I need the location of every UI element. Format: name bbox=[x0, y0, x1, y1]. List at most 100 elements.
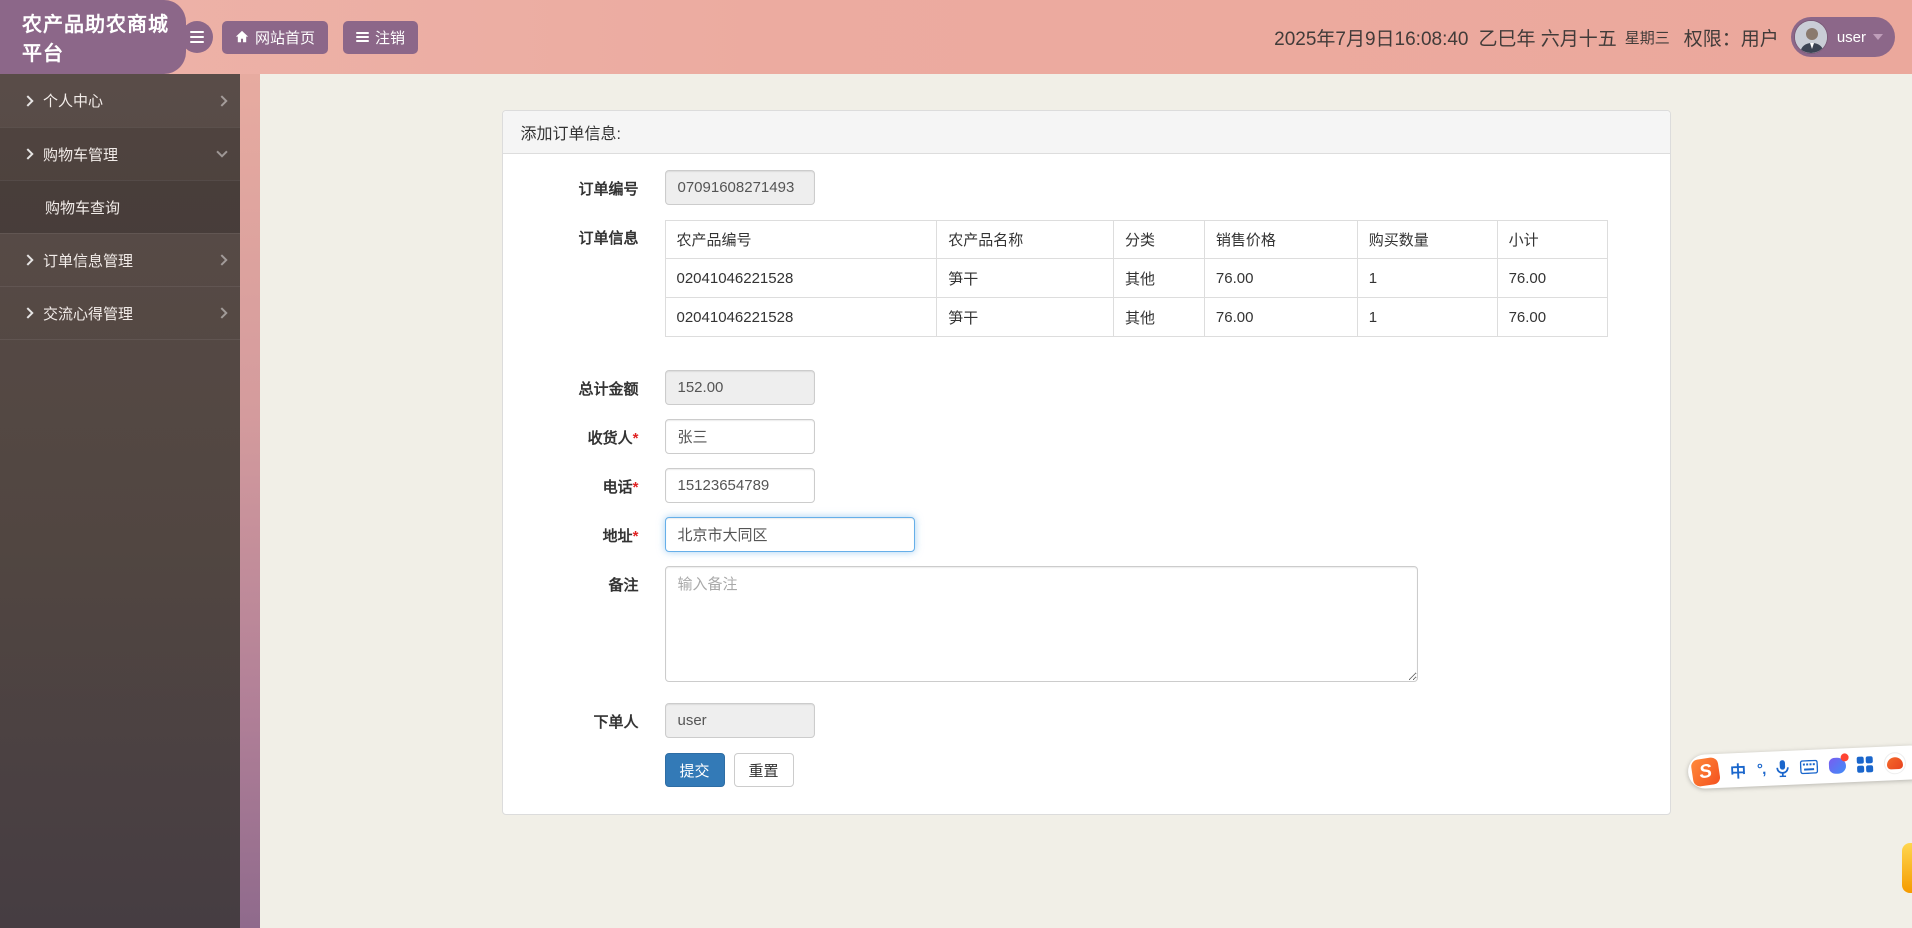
ime-toolbox-icon[interactable] bbox=[1857, 756, 1874, 773]
cell-price: 76.00 bbox=[1204, 298, 1357, 337]
chevron-right-icon bbox=[22, 95, 33, 106]
ime-skin-icon[interactable] bbox=[1829, 757, 1847, 774]
sidebar-item-cart-query[interactable]: 购物车查询 bbox=[0, 180, 240, 233]
receiver-label: 收货人* bbox=[507, 419, 639, 448]
avatar bbox=[1794, 20, 1828, 54]
chevron-right-icon bbox=[216, 95, 227, 106]
cell-price: 76.00 bbox=[1204, 259, 1357, 298]
address-row: 地址* bbox=[507, 517, 1644, 552]
sidebar: 个人中心 购物车管理 购物车查询 订单信息管理 交流心得管理 bbox=[0, 74, 240, 928]
sidebar-item-exchange-management[interactable]: 交流心得管理 bbox=[0, 286, 240, 339]
weekday-text: 星期三 bbox=[1625, 27, 1670, 48]
table-header-row: 农产品编号 农产品名称 分类 销售价格 购买数量 小计 bbox=[665, 221, 1607, 259]
ime-chinese-mode-toggle[interactable]: 中 bbox=[1729, 758, 1746, 783]
role-text: 权限：用户 bbox=[1684, 24, 1779, 51]
home-button[interactable]: 网站首页 bbox=[222, 21, 328, 54]
receiver-input[interactable] bbox=[665, 419, 815, 454]
sidebar-item-label: 个人中心 bbox=[43, 90, 218, 111]
navbar-right: 2025年7月9日16:08:40 乙巳年 六月十五 星期三 权限：用户 use… bbox=[1274, 17, 1912, 57]
cell-subtotal: 76.00 bbox=[1497, 259, 1607, 298]
address-input[interactable] bbox=[665, 517, 915, 552]
order-info-row: 订单信息 农产品编号 农产品名称 分类 销售价格 购买数量 小计 bbox=[507, 219, 1644, 337]
order-number-input[interactable] bbox=[665, 170, 815, 205]
brand-title: 农产品助农商城平台 bbox=[0, 0, 186, 74]
chevron-down-icon bbox=[1873, 34, 1883, 40]
form-buttons: 提交 重置 bbox=[665, 753, 1644, 787]
column-header: 分类 bbox=[1114, 221, 1205, 259]
cell-product-no: 02041046221528 bbox=[665, 298, 937, 337]
sidebar-item-label: 购物车管理 bbox=[43, 144, 218, 165]
reset-button[interactable]: 重置 bbox=[734, 753, 794, 787]
column-header: 购买数量 bbox=[1357, 221, 1497, 259]
receiver-row: 收货人* bbox=[507, 419, 1644, 454]
orderer-input[interactable] bbox=[665, 703, 815, 738]
add-order-form: 订单编号 订单信息 农产品编号 农产品名称 分类 销售价格 bbox=[503, 154, 1670, 814]
sidebar-item-label: 购物车查询 bbox=[45, 197, 226, 218]
order-number-row: 订单编号 bbox=[507, 170, 1644, 205]
sidebar-item-label: 订单信息管理 bbox=[43, 250, 218, 271]
total-amount-label: 总计金额 bbox=[507, 370, 639, 399]
cell-category: 其他 bbox=[1114, 298, 1205, 337]
required-asterisk: * bbox=[633, 528, 639, 545]
ime-emoji-icon[interactable] bbox=[1883, 752, 1906, 775]
remark-textarea[interactable] bbox=[665, 566, 1418, 682]
cell-quantity: 1 bbox=[1357, 259, 1497, 298]
order-info-label: 订单信息 bbox=[507, 219, 639, 248]
panel-title: 添加订单信息: bbox=[503, 111, 1670, 154]
add-order-panel: 添加订单信息: 订单编号 订单信息 农产品编号 农产品名称 分 bbox=[502, 110, 1671, 815]
sogou-logo-icon[interactable]: S bbox=[1690, 756, 1721, 787]
chevron-right-icon bbox=[216, 254, 227, 265]
username-text: user bbox=[1837, 29, 1866, 46]
remark-label: 备注 bbox=[507, 566, 639, 595]
cell-product-no: 02041046221528 bbox=[665, 259, 937, 298]
chevron-right-icon bbox=[22, 148, 33, 159]
phone-input[interactable] bbox=[665, 468, 815, 503]
logout-button-label: 注销 bbox=[375, 27, 405, 48]
column-header: 销售价格 bbox=[1204, 221, 1357, 259]
sidebar-item-label: 交流心得管理 bbox=[43, 303, 218, 324]
orderer-row: 下单人 bbox=[507, 703, 1644, 738]
sidebar-menu: 个人中心 购物车管理 购物车查询 订单信息管理 交流心得管理 bbox=[0, 74, 240, 340]
datetime-text: 2025年7月9日16:08:40 bbox=[1274, 24, 1468, 51]
orderer-label: 下单人 bbox=[507, 703, 639, 732]
submit-button[interactable]: 提交 bbox=[665, 753, 725, 787]
sidebar-gradient-strip bbox=[240, 74, 260, 928]
table-row: 02041046221528 笋干 其他 76.00 1 76.00 bbox=[665, 298, 1607, 337]
home-icon bbox=[235, 30, 249, 44]
user-menu[interactable]: user bbox=[1791, 17, 1895, 57]
ime-punctuation-toggle[interactable]: °, bbox=[1757, 760, 1766, 777]
sidebar-toggle-button[interactable] bbox=[181, 21, 213, 53]
sidebar-item-personal-center[interactable]: 个人中心 bbox=[0, 74, 240, 127]
phone-label: 电话* bbox=[507, 468, 639, 497]
address-label: 地址* bbox=[507, 517, 639, 546]
lunar-date-text: 乙巳年 六月十五 bbox=[1479, 24, 1617, 51]
cell-quantity: 1 bbox=[1357, 298, 1497, 337]
chevron-right-icon bbox=[22, 254, 33, 265]
table-row: 02041046221528 笋干 其他 76.00 1 76.00 bbox=[665, 259, 1607, 298]
sidebar-item-order-management[interactable]: 订单信息管理 bbox=[0, 233, 240, 286]
cell-subtotal: 76.00 bbox=[1497, 298, 1607, 337]
chevron-right-icon bbox=[216, 307, 227, 318]
microphone-icon[interactable] bbox=[1776, 759, 1790, 777]
column-header: 小计 bbox=[1497, 221, 1607, 259]
home-button-label: 网站首页 bbox=[255, 27, 315, 48]
edge-handle-widget[interactable] bbox=[1902, 843, 1912, 893]
phone-row: 电话* bbox=[507, 468, 1644, 503]
logout-button[interactable]: 注销 bbox=[343, 21, 418, 54]
order-items-table: 农产品编号 农产品名称 分类 销售价格 购买数量 小计 020410462215… bbox=[665, 220, 1608, 337]
order-number-label: 订单编号 bbox=[507, 170, 639, 199]
list-icon bbox=[356, 36, 369, 38]
top-navbar: 农产品助农商城平台 网站首页 注销 2025年7月9日16:08:40 乙巳年 … bbox=[0, 0, 1912, 74]
keyboard-icon[interactable] bbox=[1800, 760, 1819, 775]
cell-product-name: 笋干 bbox=[937, 298, 1114, 337]
main-content: 添加订单信息: 订单编号 订单信息 农产品编号 农产品名称 分 bbox=[260, 74, 1912, 928]
total-amount-row: 总计金额 bbox=[507, 370, 1644, 405]
column-header: 农产品编号 bbox=[665, 221, 937, 259]
remark-row: 备注 bbox=[507, 566, 1644, 687]
total-amount-input[interactable] bbox=[665, 370, 815, 405]
chevron-down-icon bbox=[216, 146, 227, 157]
cell-category: 其他 bbox=[1114, 259, 1205, 298]
required-asterisk: * bbox=[633, 430, 639, 447]
chevron-right-icon bbox=[22, 307, 33, 318]
sidebar-item-cart-management[interactable]: 购物车管理 bbox=[0, 127, 240, 180]
